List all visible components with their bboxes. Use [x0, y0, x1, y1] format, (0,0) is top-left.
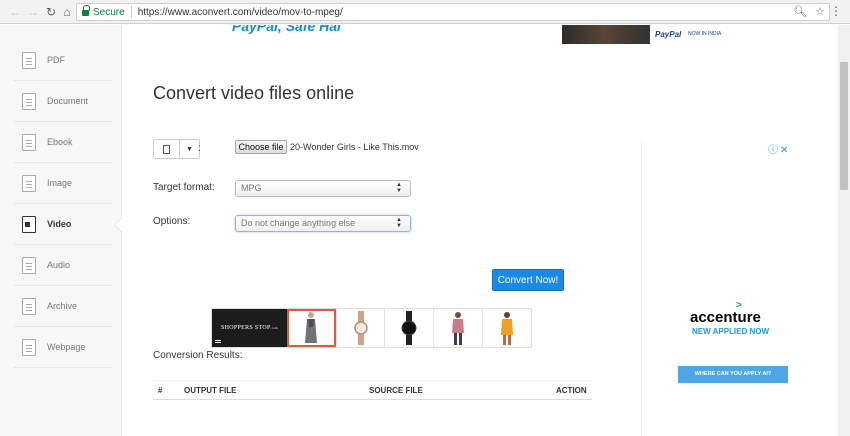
sidebar-item-pdf[interactable]: PDF — [14, 40, 112, 81]
carousel-item-watch-black[interactable] — [384, 309, 433, 347]
results-table-header: # OUTPUT FILE SOURCE FILE ACTION — [153, 380, 592, 400]
sidebar-item-label: Image — [47, 178, 73, 188]
column-action: ACTION — [556, 386, 587, 395]
sidebar-item-label: Video — [47, 219, 72, 229]
target-format-select[interactable]: MPG ▲ ▼ — [235, 180, 411, 197]
chevron-down-icon[interactable]: ▼ — [180, 140, 199, 158]
sidebar-item-label: Webpage — [47, 342, 86, 352]
home-icon[interactable]: ⌂ — [58, 3, 76, 21]
accenture-brand: accenture — [690, 309, 761, 326]
file-source-selector[interactable]: ▼ — [153, 139, 200, 159]
conversion-results-label: Conversion Results: — [153, 350, 243, 361]
sidebar-item-label: PDF — [47, 55, 65, 65]
file-icon[interactable] — [154, 140, 180, 158]
secure-indicator[interactable]: Secure — [77, 5, 125, 18]
accenture-cta-button[interactable]: WHERE CAN YOU APPLY AI? — [678, 366, 788, 383]
separator — [130, 6, 132, 18]
carousel-item-dress[interactable] — [286, 309, 336, 347]
content-divider — [641, 140, 642, 436]
back-icon[interactable]: ← — [6, 3, 24, 21]
file-label-colon: : — [198, 143, 201, 154]
scrollbar[interactable] — [838, 25, 850, 436]
select-arrows-icon: ▲ ▼ — [396, 182, 402, 194]
carousel-item-top-orange[interactable] — [482, 309, 531, 347]
column-index: # — [158, 386, 163, 395]
scrollbar-thumb[interactable] — [840, 62, 848, 190]
logo-text: SHOPPERS STOP — [220, 325, 271, 331]
address-bar[interactable]: Secure https://www.aconvert.com/video/mo… — [76, 3, 830, 21]
sidebar-item-document[interactable]: Document — [14, 81, 112, 122]
choose-file-button[interactable]: Choose file — [235, 140, 287, 154]
sidebar-item-ebook[interactable]: Ebook — [14, 122, 112, 163]
sidebar-item-label: Archive — [47, 301, 78, 311]
logo-bars — [215, 340, 221, 343]
sidebar-item-audio[interactable]: Audio — [14, 245, 112, 286]
column-output-file: OUTPUT FILE — [184, 386, 237, 395]
sidebar-item-label: Audio — [47, 260, 71, 270]
image-icon — [22, 174, 36, 192]
page-title: Convert video files online — [153, 83, 355, 103]
paypal-note: NOW IN INDIA — [688, 31, 722, 37]
sidebar-item-archive[interactable]: Archive — [14, 286, 112, 327]
paypal-logo-text: PayPal — [655, 30, 682, 39]
zoom-icon[interactable]: 🔍︎ — [793, 5, 807, 18]
convert-now-button[interactable]: Convert Now! — [492, 269, 564, 291]
target-format-label: Target format: — [153, 182, 215, 193]
sidebar-item-video[interactable]: Video — [14, 204, 112, 245]
document-icon — [22, 92, 36, 110]
archive-icon — [22, 297, 36, 315]
audio-icon — [22, 256, 36, 274]
product-carousel-ad[interactable]: SHOPPERS STOP .com — [211, 308, 532, 348]
logo-suffix: .com — [270, 326, 278, 330]
menu-dots-icon[interactable]: ⋮ — [830, 4, 842, 18]
column-source-file: SOURCE FILE — [369, 386, 423, 395]
options-select[interactable]: Do not change anything else ▲ ▼ — [235, 215, 411, 232]
selected-file-name: 20-Wonder Girls - Like This.mov — [290, 142, 419, 152]
pdf-icon — [22, 51, 36, 69]
options-value: Do not change anything else — [241, 218, 356, 228]
url-text[interactable]: https://www.aconvert.com/video/mov-to-mp… — [138, 7, 343, 18]
sidebar-item-label: Ebook — [47, 137, 73, 147]
sidebar-item-image[interactable]: Image — [14, 163, 112, 204]
webpage-icon — [22, 338, 36, 356]
paypal-logo[interactable]: PayPal NOW IN INDIA — [650, 25, 732, 44]
star-icon[interactable]: ☆ — [815, 5, 825, 18]
ebook-icon — [22, 133, 36, 151]
select-arrows-icon: ▲ ▼ — [396, 217, 402, 229]
carousel-item-top-pink[interactable] — [433, 309, 482, 347]
shoppers-stop-logo[interactable]: SHOPPERS STOP .com — [212, 309, 287, 347]
carousel-item-watch-gold[interactable] — [335, 309, 385, 347]
target-format-value: MPG — [241, 183, 262, 193]
secure-label: Secure — [93, 6, 125, 18]
ad-choices-icon[interactable]: ⓘ✕ — [768, 141, 790, 156]
video-icon — [22, 215, 36, 233]
accenture-tagline: NEW APPLIED NOW — [692, 327, 770, 336]
options-label: Options: — [153, 216, 191, 227]
sidebar-item-label: Document — [47, 96, 89, 106]
sidebar: PDF Document Ebook Image Video Audio Arc… — [0, 25, 122, 436]
browser-toolbar: ← → ↻ ⌂ Secure https://www.aconvert.com/… — [0, 0, 850, 24]
banner-text: PayPal, Safe Hai — [232, 25, 341, 34]
lock-icon — [82, 5, 90, 16]
sidebar-item-webpage[interactable]: Webpage — [14, 327, 112, 368]
forward-icon[interactable]: → — [24, 3, 42, 21]
